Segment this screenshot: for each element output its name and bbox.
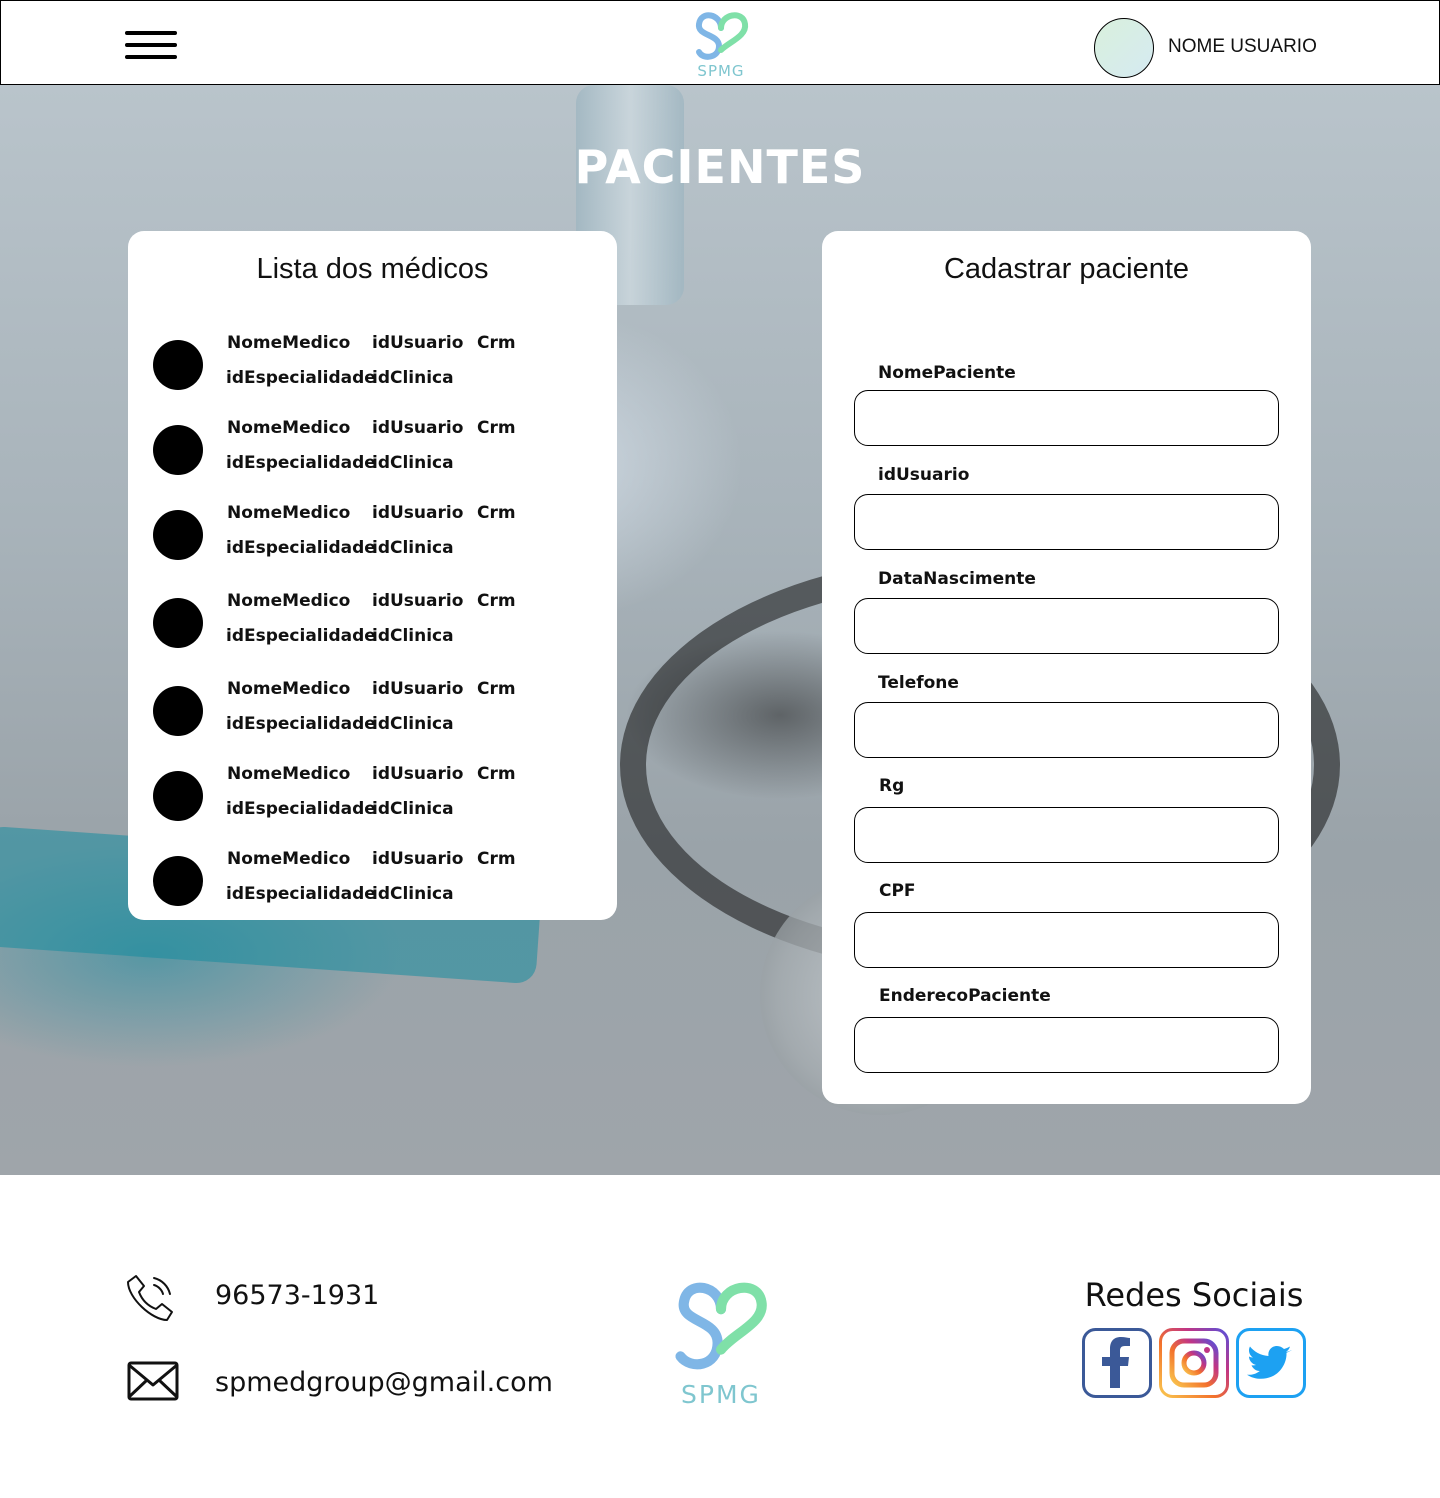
doctor-nome: NomeMedico: [227, 679, 351, 699]
doctor-id-especialidade: idEspecialidade: [226, 368, 376, 388]
doctor-avatar: [153, 510, 203, 560]
doctor-nome: NomeMedico: [227, 764, 351, 784]
doctor-list-item[interactable]: NomeMedico idUsuario Crm idEspecialidade…: [128, 679, 617, 752]
doctor-list-item[interactable]: NomeMedico idUsuario Crm idEspecialidade…: [128, 764, 617, 837]
cpf-label: CPF: [879, 881, 916, 901]
doctor-id-clinica: idClinica: [372, 538, 454, 558]
logo-text: SPMG: [697, 62, 745, 80]
doctor-id-clinica: idClinica: [372, 453, 454, 473]
doctor-id-usuario: idUsuario: [372, 591, 464, 611]
doctor-avatar: [153, 340, 203, 390]
doctor-avatar: [153, 425, 203, 475]
telefone-label: Telefone: [878, 673, 959, 693]
doctor-id-clinica: idClinica: [372, 368, 454, 388]
doctor-crm: Crm: [477, 849, 516, 869]
doctor-list-item[interactable]: NomeMedico idUsuario Crm idEspecialidade…: [128, 418, 617, 491]
facebook-button[interactable]: [1082, 1328, 1152, 1398]
doctor-avatar: [153, 856, 203, 906]
telefone-input[interactable]: [854, 702, 1279, 758]
instagram-button[interactable]: [1159, 1328, 1229, 1398]
footer-logo[interactable]: SPMG: [670, 1272, 772, 1412]
doctor-list-item[interactable]: NomeMedico idUsuario Crm idEspecialidade…: [128, 849, 617, 922]
doctor-list-item[interactable]: NomeMedico idUsuario Crm idEspecialidade…: [128, 591, 617, 664]
user-avatar[interactable]: [1094, 18, 1154, 78]
doctor-id-clinica: idClinica: [372, 884, 454, 904]
doctor-id-clinica: idClinica: [372, 626, 454, 646]
doctor-crm: Crm: [477, 333, 516, 353]
doctor-nome: NomeMedico: [227, 333, 351, 353]
doctor-crm: Crm: [477, 679, 516, 699]
doctor-list-item[interactable]: NomeMedico idUsuario Crm idEspecialidade…: [128, 503, 617, 576]
doctor-id-clinica: idClinica: [372, 799, 454, 819]
doctor-id-especialidade: idEspecialidade: [226, 799, 376, 819]
doctor-list-item[interactable]: NomeMedico idUsuario Crm idEspecialidade…: [128, 333, 617, 406]
top-header: SPMG NOME USUARIO: [0, 0, 1440, 85]
id-usuario-input[interactable]: [854, 494, 1279, 550]
doctor-avatar: [153, 686, 203, 736]
header-logo[interactable]: SPMG: [691, 6, 751, 82]
menu-bar: [125, 55, 177, 59]
doctor-id-usuario: idUsuario: [372, 418, 464, 438]
doctor-nome: NomeMedico: [227, 849, 351, 869]
heart-logo-icon: [675, 1282, 767, 1370]
rg-input[interactable]: [854, 807, 1279, 863]
footer-phone[interactable]: 96573-1931: [215, 1280, 379, 1311]
menu-bar: [125, 43, 177, 47]
twitter-button[interactable]: [1236, 1328, 1306, 1398]
register-patient-card: Cadastrar paciente NomePaciente idUsuari…: [822, 231, 1311, 1104]
doctor-nome: NomeMedico: [227, 591, 351, 611]
doctor-avatar: [153, 598, 203, 648]
endereco-paciente-label: EnderecoPaciente: [879, 986, 1051, 1006]
doctor-id-especialidade: idEspecialidade: [226, 884, 376, 904]
doctors-card-title: Lista dos médicos: [256, 253, 489, 285]
doctor-id-usuario: idUsuario: [372, 503, 464, 523]
doctor-id-usuario: idUsuario: [372, 333, 464, 353]
footer-logo-text: SPMG: [681, 1380, 761, 1409]
menu-bar: [125, 31, 177, 35]
doctor-crm: Crm: [477, 418, 516, 438]
form-card-title: Cadastrar paciente: [943, 253, 1190, 285]
doctor-id-especialidade: idEspecialidade: [226, 714, 376, 734]
heart-logo-icon: [696, 12, 749, 60]
doctor-id-usuario: idUsuario: [372, 764, 464, 784]
doctor-crm: Crm: [477, 591, 516, 611]
doctor-crm: Crm: [477, 503, 516, 523]
doctor-id-especialidade: idEspecialidade: [226, 538, 376, 558]
page-title: PACIENTES: [574, 140, 866, 194]
endereco-paciente-input[interactable]: [854, 1017, 1279, 1073]
doctor-id-especialidade: idEspecialidade: [226, 626, 376, 646]
doctors-list-card: Lista dos médicos NomeMedico idUsuario C…: [128, 231, 617, 920]
doctor-nome: NomeMedico: [227, 503, 351, 523]
doctor-id-usuario: idUsuario: [372, 849, 464, 869]
doctor-id-especialidade: idEspecialidade: [226, 453, 376, 473]
doctor-nome: NomeMedico: [227, 418, 351, 438]
social-title: Redes Sociais: [1084, 1276, 1304, 1314]
twitter-icon: [1236, 1328, 1306, 1398]
phone-icon: [124, 1272, 176, 1324]
data-nascimento-label: DataNascimente: [878, 569, 1036, 589]
cpf-input[interactable]: [854, 912, 1279, 968]
rg-label: Rg: [879, 776, 905, 796]
doctor-crm: Crm: [477, 764, 516, 784]
data-nascimento-input[interactable]: [854, 598, 1279, 654]
doctor-avatar: [153, 771, 203, 821]
user-name[interactable]: NOME USUARIO: [1168, 36, 1317, 58]
nome-paciente-input[interactable]: [854, 390, 1279, 446]
facebook-icon: [1082, 1328, 1152, 1398]
instagram-icon: [1159, 1328, 1229, 1398]
doctor-id-usuario: idUsuario: [372, 679, 464, 699]
id-usuario-label: idUsuario: [878, 465, 970, 485]
mail-icon: [127, 1361, 179, 1401]
doctor-id-clinica: idClinica: [372, 714, 454, 734]
nome-paciente-label: NomePaciente: [878, 363, 1016, 383]
footer-email[interactable]: spmedgroup@gmail.com: [215, 1367, 553, 1398]
hamburger-menu-icon[interactable]: [125, 31, 177, 61]
